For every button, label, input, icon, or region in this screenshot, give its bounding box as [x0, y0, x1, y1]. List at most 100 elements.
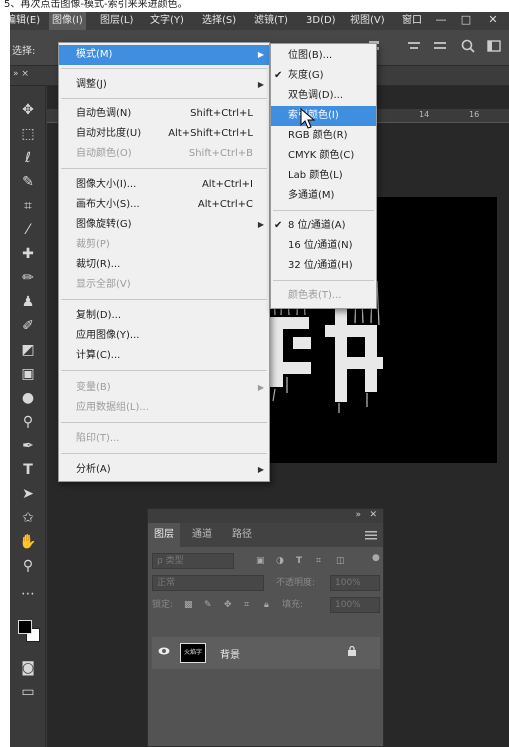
visibility-eye-icon[interactable] [158, 645, 170, 657]
stamp-tool-icon[interactable]: ♟ [16, 292, 40, 312]
menu-item-duplicate[interactable]: 复制(D)... [59, 306, 269, 326]
submenu-item-color-table-label: 颜色表(T)... [288, 290, 342, 301]
shape-tool-icon[interactable]: ✩ [16, 508, 40, 528]
submenu-item-lab-color[interactable]: Lab 颜色(L) [271, 166, 376, 186]
menu-item-analysis-label: 分析(A) [76, 464, 111, 475]
maximize-button[interactable]: □ [455, 12, 477, 30]
submenu-item-cmyk-color[interactable]: CMYK 颜色(C) [271, 146, 376, 166]
marquee-tool-icon[interactable]: ⬚ [16, 124, 40, 144]
color-swatches[interactable] [16, 614, 40, 650]
tab-channels[interactable]: 通道 [192, 523, 212, 547]
history-brush-tool-icon[interactable]: ✐ [16, 316, 40, 336]
photoshop-window: 编辑(E) 图像(I) 图层(L) 文字(Y) 选择(S) 滤镜(T) 3D(D… [10, 12, 509, 747]
menu-item-apply-image[interactable]: 应用图像(Y)... [59, 326, 269, 346]
menu-filter[interactable]: 滤镜(T) [254, 12, 288, 30]
auto-select-label: 选择: [12, 46, 36, 57]
menu-3d[interactable]: 3D(D) [306, 12, 336, 30]
gradient-tool-icon[interactable]: ▣ [16, 364, 40, 384]
submenu-item-multichannel-label: 多通道(M) [288, 190, 335, 201]
healing-brush-tool-icon[interactable]: ✚ [16, 244, 40, 264]
layer-row-background[interactable]: 火焰字 背景 [152, 637, 380, 669]
filter-type-icon[interactable]: T [296, 551, 302, 571]
quick-mask-icon[interactable]: ◙ [16, 658, 40, 678]
path-select-tool-icon[interactable]: ➤ [16, 484, 40, 504]
menu-layer[interactable]: 图层(L) [100, 12, 133, 30]
menu-item-image-size[interactable]: 图像大小(I)... Alt+Ctrl+I [59, 175, 269, 195]
menu-image[interactable]: 图像(I) [49, 12, 86, 30]
eraser-tool-icon[interactable]: ◩ [16, 340, 40, 360]
lock-all-icon[interactable]: 🔒︎ [264, 595, 269, 615]
type-tool-icon[interactable]: T [16, 460, 40, 480]
distribute-center-icon[interactable] [432, 38, 448, 54]
menu-item-canvas-size[interactable]: 画布大小(S)... Alt+Ctrl+C [59, 195, 269, 215]
submenu-item-indexed-color[interactable]: 索引颜色(I) [271, 106, 376, 126]
tab-paths[interactable]: 路径 [232, 523, 252, 547]
workspace-icon[interactable] [486, 38, 502, 54]
menu-edit[interactable]: 编辑(E) [10, 12, 40, 30]
menu-type[interactable]: 文字(Y) [150, 12, 184, 30]
submenu-item-duotone[interactable]: 双色调(D)... [271, 86, 376, 106]
foreground-color-swatch[interactable] [18, 620, 32, 634]
filter-shape-icon[interactable]: ⌗ [316, 551, 321, 571]
lock-pixels-icon[interactable]: ✎ [204, 595, 212, 615]
opacity-input[interactable]: 100% [330, 575, 380, 591]
search-icon[interactable] [460, 38, 476, 54]
more-tools-icon[interactable]: ⋯ [16, 584, 40, 604]
fill-input[interactable]: 100% [330, 597, 380, 613]
quick-select-tool-icon[interactable]: ✎ [16, 172, 40, 192]
filter-adjustment-icon[interactable]: ◑ [276, 551, 284, 571]
minimize-button[interactable]: — [430, 12, 452, 30]
crop-tool-icon[interactable]: ⌗ [16, 196, 40, 216]
menu-item-auto-tone[interactable]: 自动色调(N) Shift+Ctrl+L [59, 104, 269, 124]
filter-toggle-icon[interactable]: ● [372, 548, 380, 568]
lock-position-icon[interactable]: ✥ [224, 595, 232, 615]
panel-menu-icon[interactable] [365, 529, 377, 541]
submenu-item-8-bit[interactable]: ✔ 8 位/通道(A) [271, 216, 376, 236]
screen-mode-icon[interactable]: ▭ [16, 682, 40, 702]
hand-tool-icon[interactable]: ✋ [16, 532, 40, 552]
tab-layers[interactable]: 图层 [148, 523, 180, 547]
filter-pixel-icon[interactable]: ▣ [256, 551, 265, 571]
filter-smart-object-icon[interactable]: ◫ [336, 551, 345, 571]
menu-item-canvas-size-shortcut: Alt+Ctrl+C [197, 199, 253, 210]
layer-search-input[interactable]: ρ 类型 [152, 553, 234, 569]
submenu-item-cmyk-color-label: CMYK 颜色(C) [288, 150, 355, 161]
menu-select[interactable]: 选择(S) [202, 12, 236, 30]
menu-item-auto-tone-label: 自动色调(N) [76, 108, 132, 119]
menu-item-mode[interactable]: 模式(M) ▶ [59, 45, 269, 65]
menu-item-calculations[interactable]: 计算(C)... [59, 346, 269, 366]
menu-item-image-rotation[interactable]: 图像旋转(G) ▶ [59, 215, 269, 235]
distribute-icon[interactable] [406, 38, 422, 54]
blur-tool-icon[interactable]: ● [16, 388, 40, 408]
menu-item-crop-label: 裁剪(P) [76, 239, 110, 250]
move-tool-icon[interactable]: ✥ [16, 100, 40, 120]
lock-transparent-icon[interactable]: ▩ [184, 595, 193, 615]
submenu-item-multichannel[interactable]: 多通道(M) [271, 186, 376, 206]
menu-item-trim[interactable]: 裁切(R)... [59, 255, 269, 275]
menu-item-adjustments[interactable]: 调整(J) ▶ [59, 75, 269, 95]
menu-item-analysis[interactable]: 分析(A) ▶ [59, 460, 269, 480]
panel-close-icon[interactable]: ✕ [369, 510, 377, 520]
opacity-label: 不透明度: [276, 578, 316, 588]
menu-item-auto-contrast[interactable]: 自动对比度(U) Alt+Shift+Ctrl+L [59, 124, 269, 144]
submenu-item-grayscale[interactable]: ✔ 灰度(G) [271, 66, 376, 86]
submenu-item-bitmap[interactable]: 位图(B)... [271, 46, 376, 66]
submenu-item-16-bit[interactable]: 16 位/通道(N) [271, 236, 376, 256]
lock-artboard-icon[interactable]: ⌗ [244, 595, 249, 615]
dodge-tool-icon[interactable]: ⚲ [16, 412, 40, 432]
menu-separator [61, 98, 267, 99]
close-window-button[interactable]: ✕ [482, 12, 504, 30]
submenu-item-rgb-color[interactable]: RGB 颜色(R) [271, 126, 376, 146]
blend-mode-select[interactable]: 正常 [152, 575, 264, 591]
menu-separator [61, 453, 267, 454]
lasso-tool-icon[interactable]: ℓ [16, 148, 40, 168]
eyedropper-tool-icon[interactable]: ⁄ [16, 220, 40, 240]
submenu-item-32-bit[interactable]: 32 位/通道(H) [271, 256, 376, 276]
panel-collapse-icon[interactable]: » [355, 510, 361, 520]
menu-window[interactable]: 窗口 [402, 12, 422, 30]
pen-tool-icon[interactable]: ✒ [16, 436, 40, 456]
panel-collapse-button[interactable]: » × [13, 69, 29, 79]
brush-tool-icon[interactable]: ✏ [16, 268, 40, 288]
menu-view[interactable]: 视图(V) [350, 12, 385, 30]
zoom-tool-icon[interactable]: ⚲ [16, 556, 40, 576]
